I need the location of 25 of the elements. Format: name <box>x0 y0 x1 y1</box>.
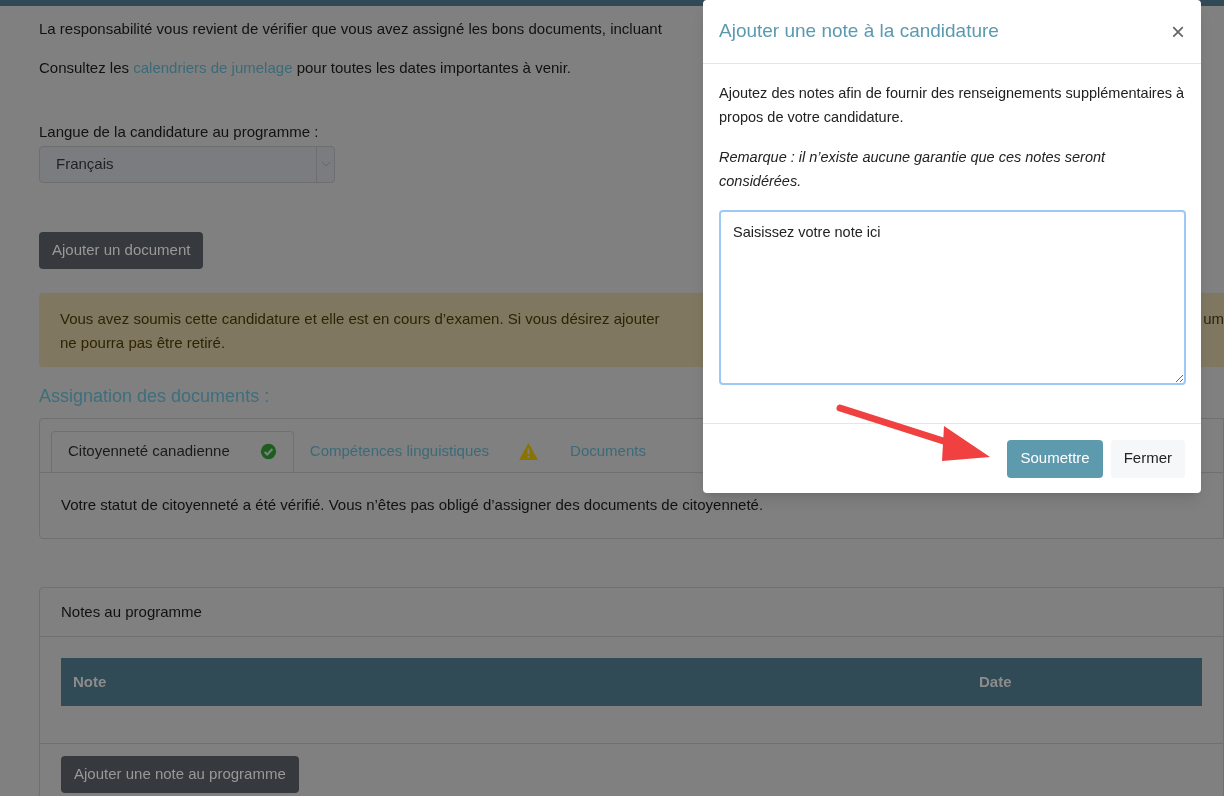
remark-text: Remarque : il n’existe aucune garantie que ces notes seront considérées. <box>719 148 1107 191</box>
section-title: Assignation des documents : <box>39 384 271 408</box>
warning-icon <box>519 442 539 460</box>
intro-text: La responsabilité vous revient de vérifier que vous avez assigné les bons documents, incluant <box>39 19 662 39</box>
add-note-button[interactable]: Ajouter une note au programme <box>61 756 299 793</box>
note-input-field[interactable]: Saisissez votre note ici <box>719 210 1186 385</box>
check-circle-icon <box>259 443 277 460</box>
tab[interactable]: Citoyenneté canadienne <box>51 430 294 472</box>
modal-title: Ajouter une note à la candidature <box>719 19 999 44</box>
close-dialog-button[interactable]: Fermer <box>1110 439 1185 478</box>
tab-content-text: Votre statut de citoyenneté a été vérifié. Vous n’êtes pas obligé d’assigner des documents de citoyenneté. <box>60 494 765 515</box>
warning-text: um <box>1203 308 1224 329</box>
language-select[interactable]: Français <box>39 145 335 183</box>
calendar-text: Consultez les calendriers de jumelage pour toutes les dates importantes à venir. <box>39 57 571 78</box>
warning-text: ne pourra pas être retiré. <box>60 332 226 353</box>
panel-title: Notes au programme <box>61 601 202 622</box>
chevron-down-icon <box>321 161 330 167</box>
close-button[interactable]: × <box>1171 19 1185 44</box>
warning-text: Vous avez soumis cette candidature et elle est en cours d’examen. Si vous désirez ajouter <box>60 308 660 329</box>
add-document-button[interactable]: Ajouter un document <box>39 231 204 269</box>
modal-description: Ajoutez des notes afin de fournir des renseignements supplémentaires à propos de votre candidature. <box>719 84 1185 127</box>
submit-button[interactable]: Soumettre <box>1007 439 1103 478</box>
language-label: Langue de la candidature au programme : <box>39 122 319 142</box>
column-header: Note <box>72 671 108 692</box>
column-header: Date <box>979 671 1012 692</box>
